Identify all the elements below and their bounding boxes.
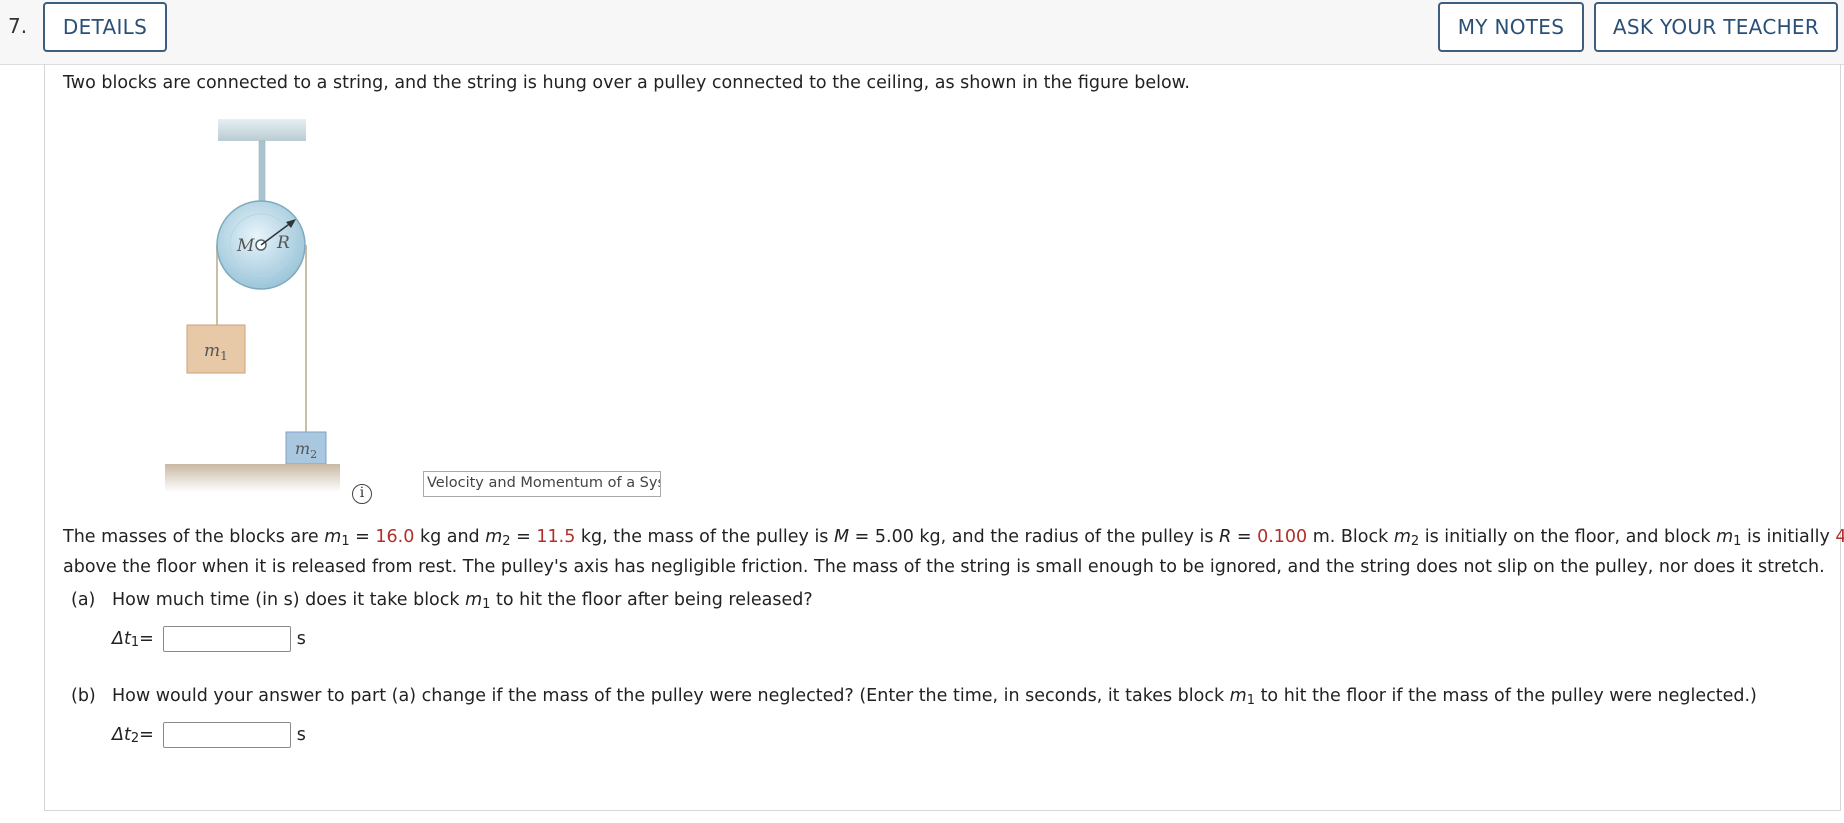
problem-text: The masses of the blocks are <box>63 527 325 547</box>
equals: = <box>139 725 154 745</box>
m1-symbol: m <box>1716 527 1734 547</box>
m1-subscript: 1 <box>341 534 350 549</box>
pulley-figure: M R m1 m2 <box>165 119 340 492</box>
info-icon[interactable]: i <box>352 484 372 504</box>
part-a-text: How much time (in s) does it take block <box>112 590 466 610</box>
part-b-text: How would your answer to part (a) change… <box>112 686 1230 706</box>
delta-t1-symbol: Δt <box>112 629 131 649</box>
pulley-mass-label: M <box>236 236 255 256</box>
problem-line-1: The masses of the blocks are m1 = 16.0 k… <box>63 523 1844 553</box>
ceiling <box>218 119 306 141</box>
radius-symbol: R <box>1219 527 1232 547</box>
problem-text: = 5.00 kg, and the radius of the pulley … <box>849 527 1220 547</box>
m1-subscript: 1 <box>1733 534 1742 549</box>
equals: = <box>1231 527 1258 547</box>
part-b-unit: s <box>296 725 306 745</box>
intro-text: Two blocks are connected to a string, an… <box>63 73 1190 93</box>
question-header: 7. DETAILS MY NOTES ASK YOUR TEACHER <box>0 0 1844 65</box>
delta-t2-subscript: 2 <box>130 730 140 746</box>
block-m1-subscript: 1 <box>220 349 228 363</box>
block-m2-label: m <box>295 439 310 458</box>
part-b-answer-row: Δt 2 = s <box>112 722 306 748</box>
part-a-answer-input[interactable] <box>162 626 291 652</box>
m2-subscript: 2 <box>502 534 511 549</box>
block-m1-label: m <box>204 341 220 361</box>
problem-text: is initially on the floor, and block <box>1419 527 1717 547</box>
my-notes-button[interactable]: MY NOTES <box>1438 2 1584 52</box>
problem-text: kg, the mass of the pulley is <box>575 527 834 547</box>
m1-symbol: m <box>324 527 342 547</box>
radius-value: 0.100 <box>1257 527 1308 547</box>
part-b-answer-input[interactable] <box>162 722 291 748</box>
m2-symbol: m <box>1393 527 1411 547</box>
problem-text: kg and <box>414 527 486 547</box>
ask-your-teacher-button[interactable]: ASK YOUR TEACHER <box>1594 2 1838 52</box>
part-a-text: to hit the floor after being released? <box>490 590 813 610</box>
part-b-question: (b) How would your answer to part (a) cha… <box>71 686 1757 708</box>
part-a-unit: s <box>296 629 306 649</box>
delta-t1-subscript: 1 <box>130 634 140 650</box>
problem-line-2: above the floor when it is released from… <box>63 557 1825 577</box>
height-value: 4.70 <box>1835 527 1844 547</box>
part-a-question: (a) How much time (in s) does it take blo… <box>71 590 813 612</box>
equals: = <box>349 527 376 547</box>
m2-subscript: 2 <box>1410 534 1420 549</box>
m1-subscript: 1 <box>1246 693 1255 708</box>
delta-t2-symbol: Δt <box>112 725 131 745</box>
part-b-label: (b) <box>71 686 96 706</box>
pulley-radius-label: R <box>276 233 290 253</box>
part-a-answer-row: Δt 1 = s <box>112 626 306 652</box>
equals: = <box>139 629 154 649</box>
problem-text: is initially <box>1741 527 1836 547</box>
question-number: 7. <box>8 14 28 38</box>
part-a-label: (a) <box>71 590 96 610</box>
pulley-mass-symbol: M <box>834 527 850 547</box>
m1-symbol: m <box>1229 686 1247 706</box>
equals: = <box>510 527 537 547</box>
block-m2-subscript: 2 <box>310 448 317 461</box>
problem-statement: The masses of the blocks are m1 = 16.0 k… <box>63 523 1844 581</box>
media-link[interactable]: Velocity and Momentum of a Syst... <box>423 471 661 497</box>
floor <box>165 464 340 492</box>
problem-text: m. Block <box>1307 527 1394 547</box>
m1-value: 16.0 <box>375 527 415 547</box>
m1-symbol: m <box>465 590 483 610</box>
details-button[interactable]: DETAILS <box>43 2 167 52</box>
part-b-text: to hit the floor if the mass of the pull… <box>1255 686 1757 706</box>
m2-value: 11.5 <box>536 527 576 547</box>
m1-subscript: 1 <box>482 597 491 612</box>
m2-symbol: m <box>485 527 503 547</box>
